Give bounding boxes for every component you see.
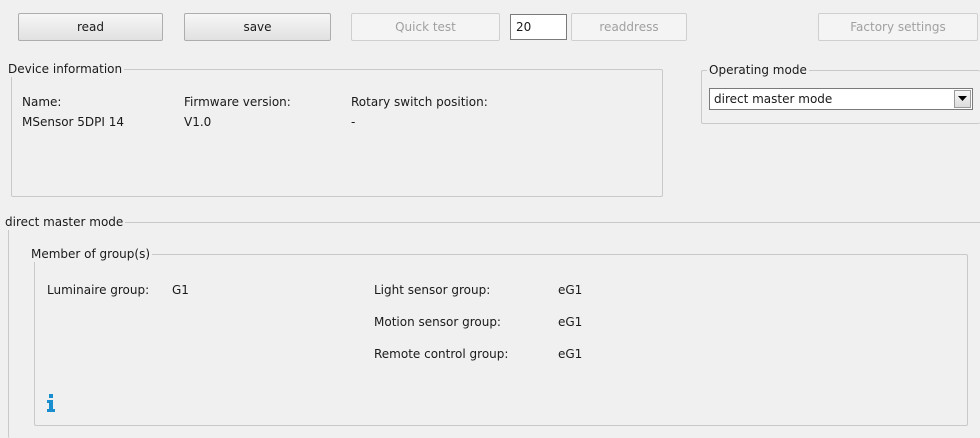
name-label: Name:: [22, 95, 62, 109]
rotary-switch-label: Rotary switch position:: [351, 95, 488, 109]
light-sensor-group-label: Light sensor group:: [374, 283, 491, 297]
save-button[interactable]: save: [184, 13, 331, 41]
quick-test-button[interactable]: Quick test: [351, 13, 500, 41]
motion-sensor-group-label: Motion sensor group:: [374, 315, 501, 329]
operating-mode-legend: Operating mode: [707, 62, 809, 78]
firmware-version-label: Firmware version:: [184, 95, 291, 109]
chevron-down-icon: [958, 96, 967, 101]
remote-control-group-label: Remote control group:: [374, 347, 509, 361]
info-icon[interactable]: [44, 393, 58, 413]
device-information-group: Device information: [6, 61, 663, 197]
member-of-groups-legend: Member of group(s): [29, 246, 153, 262]
dropdown-button[interactable]: [954, 90, 971, 108]
operating-mode-select[interactable]: direct master mode: [709, 88, 973, 110]
luminaire-group-value: G1: [172, 283, 189, 297]
readdress-button[interactable]: readdress: [571, 13, 687, 41]
member-of-groups-group: Member of group(s): [29, 246, 968, 426]
device-information-legend: Device information: [6, 61, 125, 77]
rotary-switch-value: -: [351, 115, 356, 129]
light-sensor-group-value: eG1: [558, 283, 583, 297]
read-button[interactable]: read: [18, 13, 163, 41]
operating-mode-selected: direct master mode: [714, 92, 833, 106]
luminaire-group-label: Luminaire group:: [47, 283, 150, 297]
mode-settings-legend: direct master mode: [3, 214, 126, 230]
motion-sensor-group-value: eG1: [558, 315, 583, 329]
name-value: MSensor 5DPI 14: [22, 115, 125, 129]
address-input[interactable]: 20: [510, 14, 567, 40]
remote-control-group-value: eG1: [558, 347, 583, 361]
firmware-version-value: V1.0: [184, 115, 212, 129]
factory-settings-button[interactable]: Factory settings: [818, 13, 978, 41]
